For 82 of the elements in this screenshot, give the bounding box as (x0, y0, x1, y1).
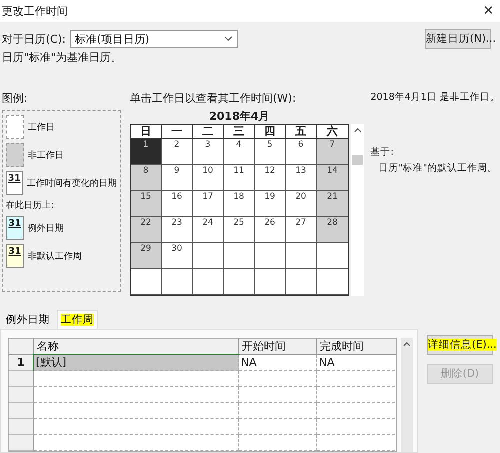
legend-swatch: 31 (6, 171, 23, 195)
day-cell[interactable]: 1 (131, 139, 162, 165)
day-cell[interactable]: 11 (224, 165, 255, 191)
legend-section-label: 在此日历上: (6, 200, 56, 212)
day-cell[interactable]: 24 (193, 217, 224, 243)
day-cell[interactable]: 15 (131, 191, 162, 217)
tab[interactable]: 例外日期 (2, 310, 54, 329)
day-cell[interactable]: 3 (193, 139, 224, 165)
day-cell[interactable] (224, 243, 255, 269)
legend-title: 图例: (2, 91, 29, 106)
day-cell[interactable]: 26 (255, 217, 286, 243)
day-cell[interactable] (193, 243, 224, 269)
day-cell[interactable]: 25 (224, 217, 255, 243)
legend-label: 非默认工作周 (28, 250, 82, 262)
header-corner (9, 339, 34, 355)
calendar-dropdown[interactable]: 标准(项目日历) (70, 30, 238, 48)
day-cell[interactable]: 14 (317, 165, 348, 191)
day-cell[interactable]: 5 (255, 139, 286, 165)
day-cell[interactable]: 23 (162, 217, 193, 243)
scrollbar[interactable] (401, 338, 413, 452)
legend-label: 工作日 (28, 122, 55, 134)
day-cell[interactable]: 17 (193, 191, 224, 217)
field-label: 对于日历(C): (2, 32, 66, 46)
window-title: 更改工作时间 (2, 4, 68, 18)
scrollbar[interactable] (351, 124, 364, 296)
day-cell[interactable]: 20 (286, 191, 317, 217)
day-cell[interactable] (286, 243, 317, 269)
day-cell[interactable] (255, 269, 286, 295)
day-cell[interactable] (286, 269, 317, 295)
month-title: 2018年4月 (208, 109, 271, 124)
column-header: 完成时间 (317, 339, 396, 355)
day-cell[interactable]: 18 (224, 191, 255, 217)
day-cell[interactable]: 10 (193, 165, 224, 191)
row-number: 1 (9, 355, 34, 371)
row-header (9, 419, 34, 435)
day-cell[interactable]: 27 (286, 217, 317, 243)
legend-swatch (6, 143, 24, 167)
status-text: 2018年4月1日 是非工作日。 (370, 91, 500, 104)
day-cell[interactable]: 4 (224, 139, 255, 165)
day-cell[interactable] (193, 269, 224, 295)
day-cell[interactable] (224, 269, 255, 295)
legend-swatch: 31 (6, 244, 24, 268)
row-header (9, 371, 34, 387)
day-cell[interactable]: 22 (131, 217, 162, 243)
tab[interactable]: 工作周 (57, 310, 98, 329)
day-cell[interactable]: 28 (317, 217, 348, 243)
day-cell[interactable] (131, 269, 162, 295)
day-cell[interactable]: 6 (286, 139, 317, 165)
based-on-label: 基于: (370, 146, 395, 159)
based-on-text: 日历"标准"的默认工作周。 (378, 162, 498, 175)
day-cell[interactable]: 2 (162, 139, 193, 165)
day-cell[interactable]: 13 (286, 165, 317, 191)
day-cell[interactable]: 19 (255, 191, 286, 217)
scroll-up-icon[interactable] (354, 127, 362, 133)
day-cell[interactable]: 16 (162, 191, 193, 217)
legend-label: 例外日期 (28, 222, 64, 234)
chevron-icon (224, 36, 233, 42)
row-header (9, 403, 34, 419)
table-cell[interactable]: NA (239, 355, 317, 371)
day-cell[interactable] (255, 243, 286, 269)
legend-label: 工作时间有变化的日期 (27, 178, 117, 190)
day-cell[interactable]: 8 (131, 165, 162, 191)
day-cell[interactable] (162, 269, 193, 295)
row-header (9, 387, 34, 403)
scroll-thumb[interactable] (352, 155, 363, 165)
close-icon[interactable]: ✕ (483, 4, 494, 18)
day-cell[interactable]: 30 (162, 243, 193, 269)
base-note: 日历"标准"为基准日历。 (2, 50, 122, 65)
column-header: 开始时间 (239, 339, 317, 355)
column-header: 名称 (34, 339, 239, 355)
day-cell[interactable]: 21 (317, 191, 348, 217)
day-cell[interactable]: 29 (131, 243, 162, 269)
table-cell[interactable]: NA (317, 355, 396, 371)
table-cell[interactable]: [默认] (34, 355, 239, 371)
legend-swatch: 31 (6, 216, 24, 240)
day-cell[interactable]: 12 (255, 165, 286, 191)
day-cell[interactable]: 9 (162, 165, 193, 191)
calendar-prompt: 单击工作日以查看其工作时间(W): (130, 91, 298, 106)
legend-label: 非工作日 (28, 150, 64, 162)
legend-swatch (6, 115, 24, 139)
day-cell[interactable]: 7 (317, 139, 348, 165)
scroll-up-icon[interactable] (403, 341, 412, 347)
